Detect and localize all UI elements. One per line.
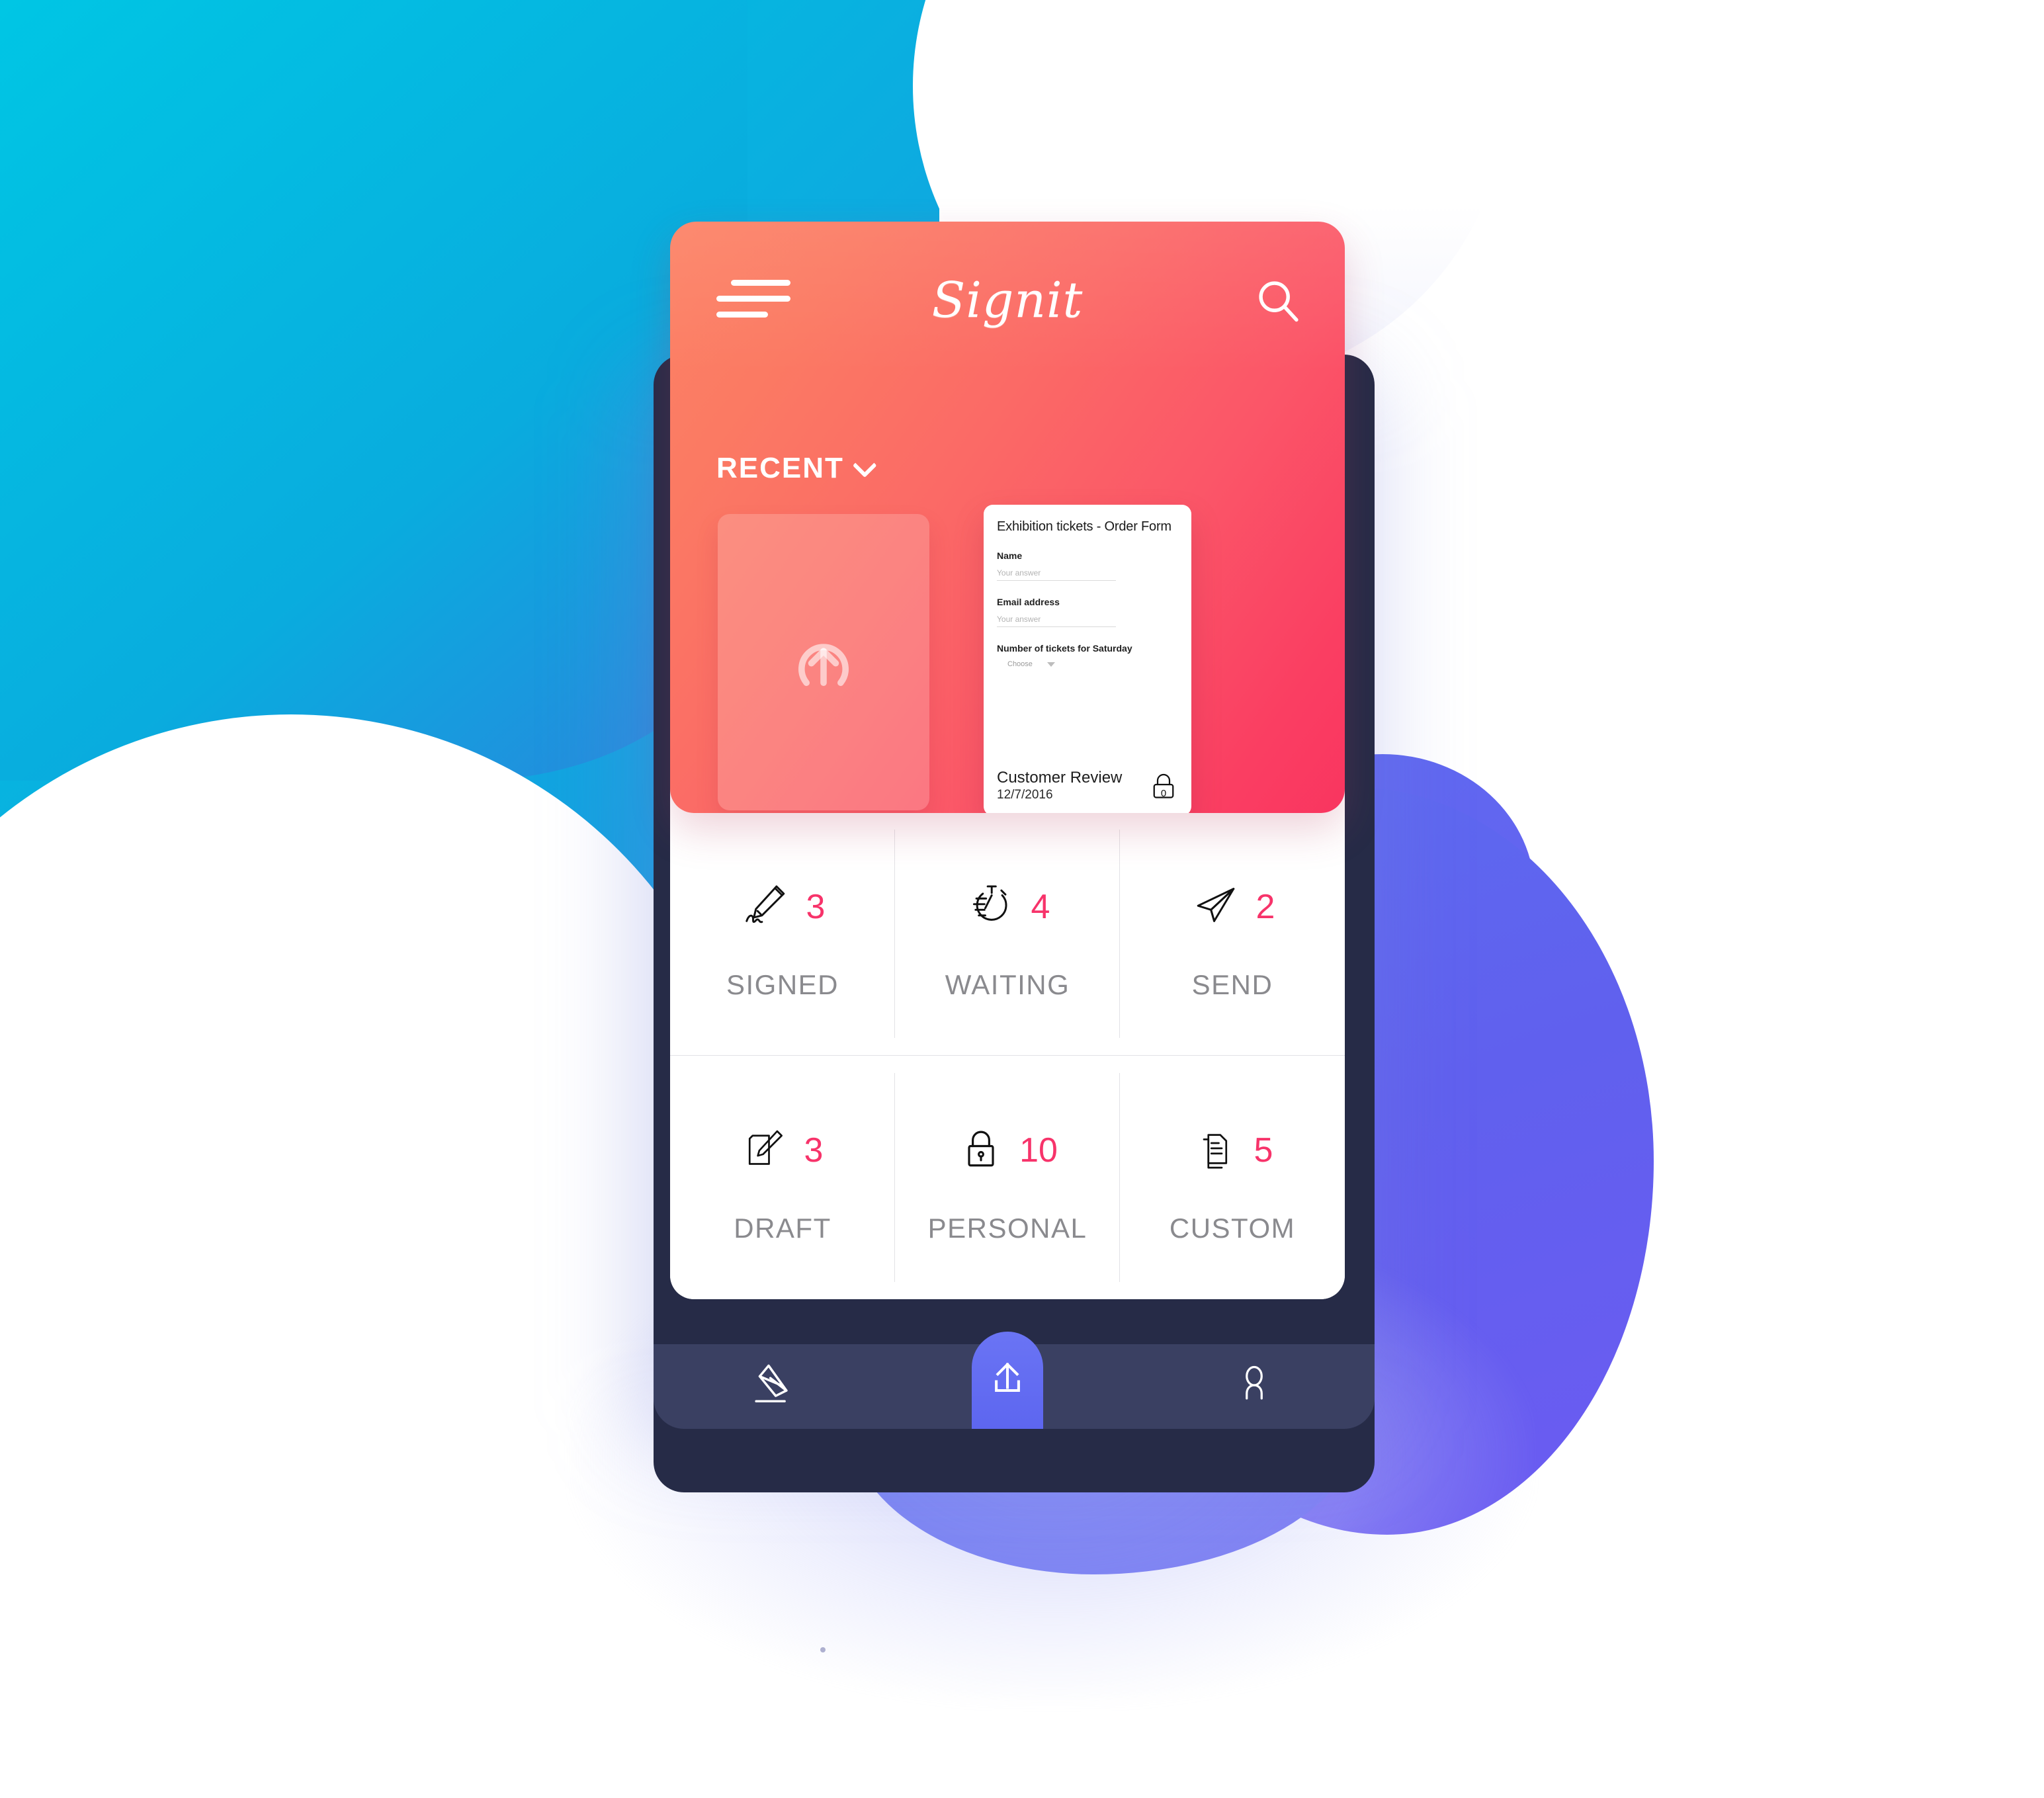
upload-circle-arrow-icon [785, 622, 863, 703]
field-label: Email address [997, 597, 1060, 607]
document-title: Exhibition tickets - Order Form [997, 519, 1171, 534]
tickets-select[interactable]: Choose [1007, 660, 1178, 668]
nav-item-upload[interactable] [972, 1332, 1043, 1429]
lock-badge-count: 0 [1160, 788, 1167, 799]
document-name: Customer Review [997, 768, 1123, 787]
padlock-icon [957, 1125, 1005, 1176]
section-label-text: RECENT [716, 452, 844, 484]
stat-top-row: 3 [742, 1111, 824, 1190]
nav-item-profile[interactable] [1134, 1344, 1375, 1429]
nav-item-sign[interactable] [654, 1344, 894, 1429]
lock-badge[interactable]: 0 [1148, 771, 1179, 802]
stat-tile-custom[interactable]: 5 CUSTOM [1120, 1056, 1345, 1299]
stat-label: SEND [1191, 968, 1273, 1000]
upload-arrow-icon [984, 1355, 1031, 1406]
stat-count: 2 [1256, 887, 1275, 926]
screenshot-stage: 3 SIGNED 4 WAITING 2 SEND 3 DRAFT 10 PER… [0, 0, 2044, 1798]
form-field-tickets: Number of tickets for Saturday Choose [997, 643, 1178, 668]
person-icon [1228, 1359, 1281, 1415]
background-dot [820, 1647, 826, 1652]
stat-top-row: 3 [740, 867, 826, 947]
document-pencil-icon [742, 1125, 790, 1176]
stat-label: WAITING [945, 968, 1070, 1000]
chevron-down-icon [852, 453, 877, 478]
field-placeholder[interactable]: Your answer [997, 568, 1116, 581]
document-meta: Customer Review 12/7/2016 [997, 769, 1122, 802]
app-bar: Signit [670, 222, 1345, 362]
stat-tile-signed[interactable]: 3 SIGNED [670, 812, 895, 1056]
stat-label: DRAFT [734, 1213, 831, 1244]
document-date: 12/7/2016 [997, 788, 1053, 802]
stat-count: 3 [806, 887, 826, 926]
fountain-pen-nib-icon [745, 1357, 802, 1417]
pen-signature-icon [740, 879, 792, 934]
stat-count: 3 [804, 1131, 824, 1170]
stopwatch-icon [965, 879, 1017, 934]
stat-count: 5 [1254, 1131, 1273, 1170]
upload-document-tile[interactable] [718, 514, 929, 810]
stat-top-row: 10 [957, 1111, 1058, 1190]
stat-label: PERSONAL [927, 1213, 1087, 1244]
stat-count: 10 [1019, 1131, 1058, 1170]
field-label: Name [997, 550, 1023, 561]
field-placeholder[interactable]: Your answer [997, 615, 1116, 627]
field-label: Number of tickets for Saturday [997, 643, 1132, 654]
stats-grid: 3 SIGNED 4 WAITING 2 SEND 3 DRAFT 10 PER… [670, 812, 1345, 1299]
recent-document-card[interactable]: Exhibition tickets - Order Form Name You… [984, 505, 1191, 813]
search-icon[interactable] [1254, 276, 1304, 326]
recent-panel: Signit RECENT Exhibition tickets - Order… [670, 222, 1345, 813]
stat-top-row: 4 [965, 867, 1050, 947]
app-logo: Signit [931, 272, 1084, 329]
recent-section-toggle[interactable]: RECENT [716, 452, 877, 485]
stat-tile-personal[interactable]: 10 PERSONAL [895, 1056, 1120, 1299]
stat-tile-send[interactable]: 2 SEND [1120, 812, 1345, 1056]
documents-stack-icon [1192, 1125, 1240, 1176]
select-value: Choose [1007, 660, 1033, 668]
stat-top-row: 2 [1190, 867, 1275, 947]
stat-tile-draft[interactable]: 3 DRAFT [670, 1056, 895, 1299]
caret-down-icon [1046, 662, 1055, 667]
stat-label: CUSTOM [1169, 1213, 1296, 1244]
stat-tile-waiting[interactable]: 4 WAITING [895, 812, 1120, 1056]
stat-label: SIGNED [726, 968, 839, 1000]
stat-count: 4 [1031, 887, 1050, 926]
paper-plane-icon [1190, 879, 1242, 934]
document-card-footer: Customer Review 12/7/2016 0 [997, 769, 1179, 802]
form-field-email: Email address Your answer [997, 597, 1178, 627]
form-field-name: Name Your answer [997, 550, 1178, 581]
stat-top-row: 5 [1192, 1111, 1273, 1190]
